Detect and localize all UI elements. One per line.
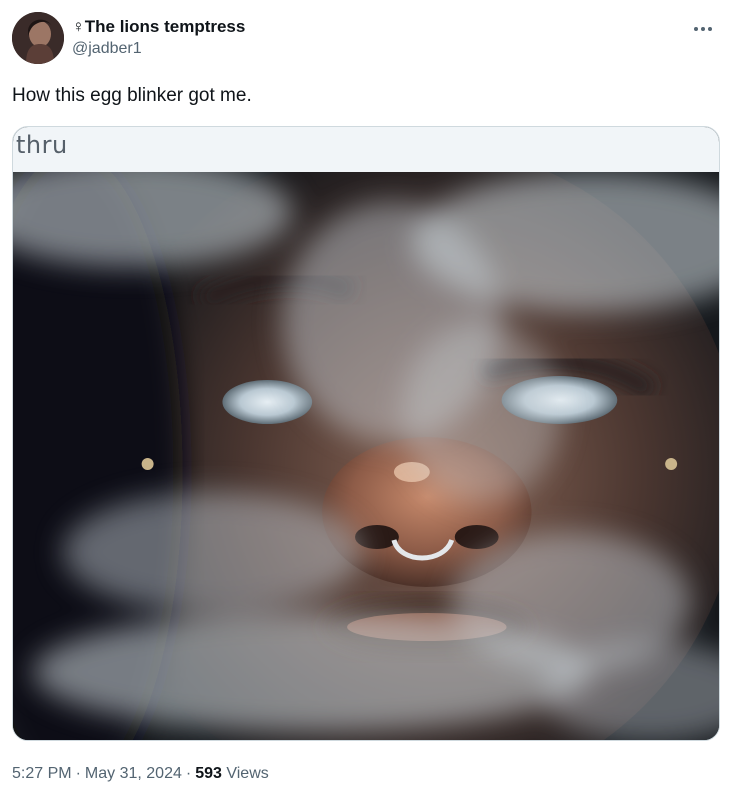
tweet-time[interactable]: 5:27 PM [12, 765, 72, 782]
tweet-date[interactable]: May 31, 2024 [85, 765, 182, 782]
media-photo [13, 172, 719, 740]
tweet-header: ♀The lions temptress @jadber1 [12, 12, 720, 68]
tweet-media[interactable]: thru [12, 126, 720, 741]
media-caption-strip: thru [13, 127, 719, 173]
meta-separator: · [75, 765, 81, 782]
user-handle[interactable]: @jadber1 [72, 38, 245, 60]
meta-separator: · [185, 765, 192, 782]
views-count[interactable]: 593 [195, 765, 222, 782]
media-caption: thru [16, 131, 68, 159]
views-label[interactable]: Views [226, 765, 268, 782]
avatar[interactable] [12, 12, 64, 64]
more-horizontal-icon [694, 27, 712, 31]
tweet-meta: 5:27 PM · May 31, 2024 · 593 Views [12, 764, 269, 784]
author-names: ♀The lions temptress @jadber1 [72, 17, 245, 60]
tweet-card: ♀The lions temptress @jadber1 How this e… [0, 0, 732, 796]
more-options-button[interactable] [686, 14, 720, 44]
display-name[interactable]: ♀The lions temptress [72, 17, 245, 37]
tweet-text: How this egg blinker got me. [12, 85, 252, 106]
